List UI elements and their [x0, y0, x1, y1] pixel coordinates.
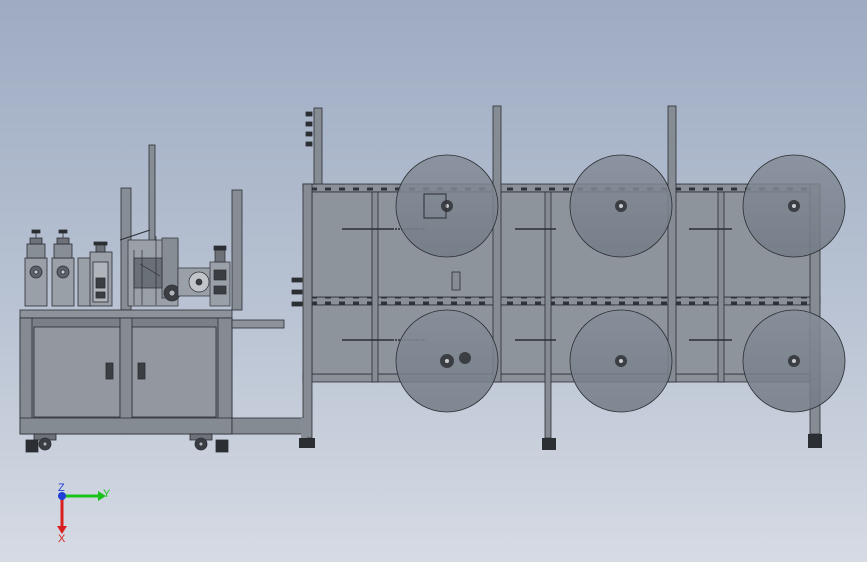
base-cabinet: [19, 309, 233, 453]
roll-top-2: [569, 154, 673, 258]
roll-top-3: [742, 154, 846, 258]
roll-bottom-3: [742, 309, 846, 413]
roller-stations: [24, 229, 113, 307]
roll-top-1: [395, 154, 499, 258]
triad-y-label: Y: [103, 488, 111, 500]
machine-drawing: Y X Z: [19, 105, 846, 545]
transfer-conveyor: [231, 319, 307, 435]
forming-mechanism: [119, 229, 231, 307]
orientation-triad[interactable]: Y X Z: [57, 482, 111, 545]
frame-feet: [299, 418, 822, 450]
roll-bottom-2: [569, 309, 673, 413]
frame-panels: [311, 191, 813, 375]
triad-z-label: Z: [58, 482, 65, 494]
triad-x-label: X: [58, 533, 66, 545]
roll-bottom-1: [395, 309, 499, 413]
forming-unit: [19, 144, 307, 453]
cad-viewport[interactable]: Y X Z: [0, 0, 867, 562]
unwind-frame: [291, 105, 846, 450]
